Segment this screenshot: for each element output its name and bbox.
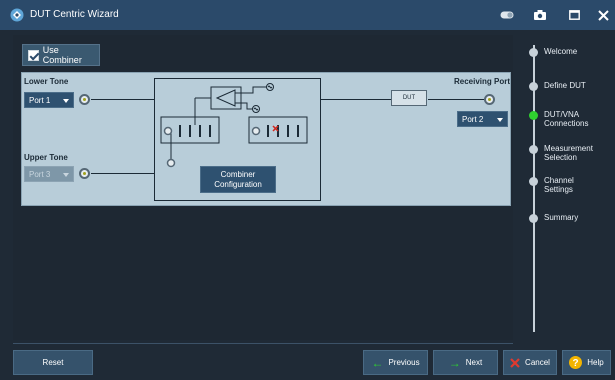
step-active-dot-icon [529, 111, 538, 120]
help-label: Help [587, 358, 604, 367]
toggle-icon[interactable] [500, 7, 514, 23]
wizard-window: DUT Centric Wizard Use Combiner Lower To… [0, 0, 615, 380]
step-label: Welcome [544, 47, 578, 56]
combiner-to-dut-cable [321, 99, 391, 100]
svg-text:?: ? [573, 358, 579, 369]
receiving-port-connector-icon [484, 94, 495, 105]
dut-block: DUT [391, 90, 427, 106]
checkbox-checked-icon[interactable] [28, 49, 39, 61]
step-dut-vna-connections[interactable]: DUT/VNA Connections [529, 110, 604, 128]
upper-port-connector-icon [79, 168, 90, 179]
combiner-schematic-icon [160, 83, 308, 168]
previous-label: Previous [388, 358, 420, 367]
footer-separator [13, 343, 513, 344]
dut-to-port-cable [428, 99, 484, 100]
cancel-button[interactable]: Cancel [503, 350, 557, 375]
use-combiner-toggle[interactable]: Use Combiner [22, 44, 100, 66]
step-dot-icon [529, 145, 538, 154]
upper-tone-port-value: Port 3 [29, 169, 51, 179]
reset-label: Reset [42, 358, 64, 367]
receiving-port-value: Port 2 [462, 114, 484, 124]
chevron-down-icon [63, 99, 69, 103]
lower-tone-port-value: Port 1 [29, 95, 51, 105]
step-welcome[interactable]: Welcome [529, 47, 577, 57]
use-combiner-label: Use Combiner [42, 45, 82, 65]
app-logo-icon [10, 8, 24, 22]
help-question-icon: ? [569, 356, 583, 369]
step-channel-settings[interactable]: Channel Settings [529, 176, 594, 194]
lower-port-connector-icon [79, 94, 90, 105]
step-dot-icon [529, 177, 538, 186]
upper-tone-label: Upper Tone [24, 153, 68, 162]
receiving-port-label: Receiving Port [454, 77, 511, 86]
step-dot-icon [529, 48, 538, 57]
step-dot-icon [529, 214, 538, 223]
window-title: DUT Centric Wizard [30, 9, 119, 20]
receiving-port-select[interactable]: Port 2 [457, 111, 508, 127]
step-label: Measurement Selection [544, 144, 593, 162]
title-bar: DUT Centric Wizard [0, 0, 615, 30]
cancel-label: Cancel [525, 358, 550, 367]
reset-button[interactable]: Reset [13, 350, 93, 375]
lower-tone-cable [91, 99, 154, 100]
combiner-configuration-button[interactable]: Combiner Configuration [200, 166, 276, 193]
step-summary[interactable]: Summary [529, 213, 578, 223]
previous-button[interactable]: ← Previous [363, 350, 428, 375]
next-label: Next [465, 358, 483, 367]
upper-tone-port-select[interactable]: Port 3 [24, 166, 74, 182]
step-label: Define DUT [544, 81, 586, 90]
chevron-down-icon [497, 118, 503, 122]
step-label: Channel Settings [544, 176, 574, 194]
arrow-left-icon: ← [371, 355, 384, 370]
close-icon[interactable] [596, 7, 610, 23]
cancel-x-icon [510, 357, 520, 368]
lower-tone-label: Lower Tone [24, 77, 69, 86]
step-dot-icon [529, 82, 538, 91]
next-button[interactable]: → Next [433, 350, 498, 375]
help-button[interactable]: ? Help [562, 350, 611, 375]
step-label: DUT/VNA Connections [544, 110, 589, 128]
step-label: Summary [544, 213, 579, 222]
upper-tone-cable [91, 173, 154, 174]
arrow-right-icon: → [448, 355, 461, 370]
lower-tone-port-select[interactable]: Port 1 [24, 92, 74, 108]
maximize-icon[interactable] [567, 7, 581, 23]
chevron-down-icon [63, 173, 69, 177]
step-define-dut[interactable]: Define DUT [529, 81, 586, 91]
camera-icon[interactable] [533, 7, 547, 23]
step-measurement-selection[interactable]: Measurement Selection [529, 144, 610, 162]
